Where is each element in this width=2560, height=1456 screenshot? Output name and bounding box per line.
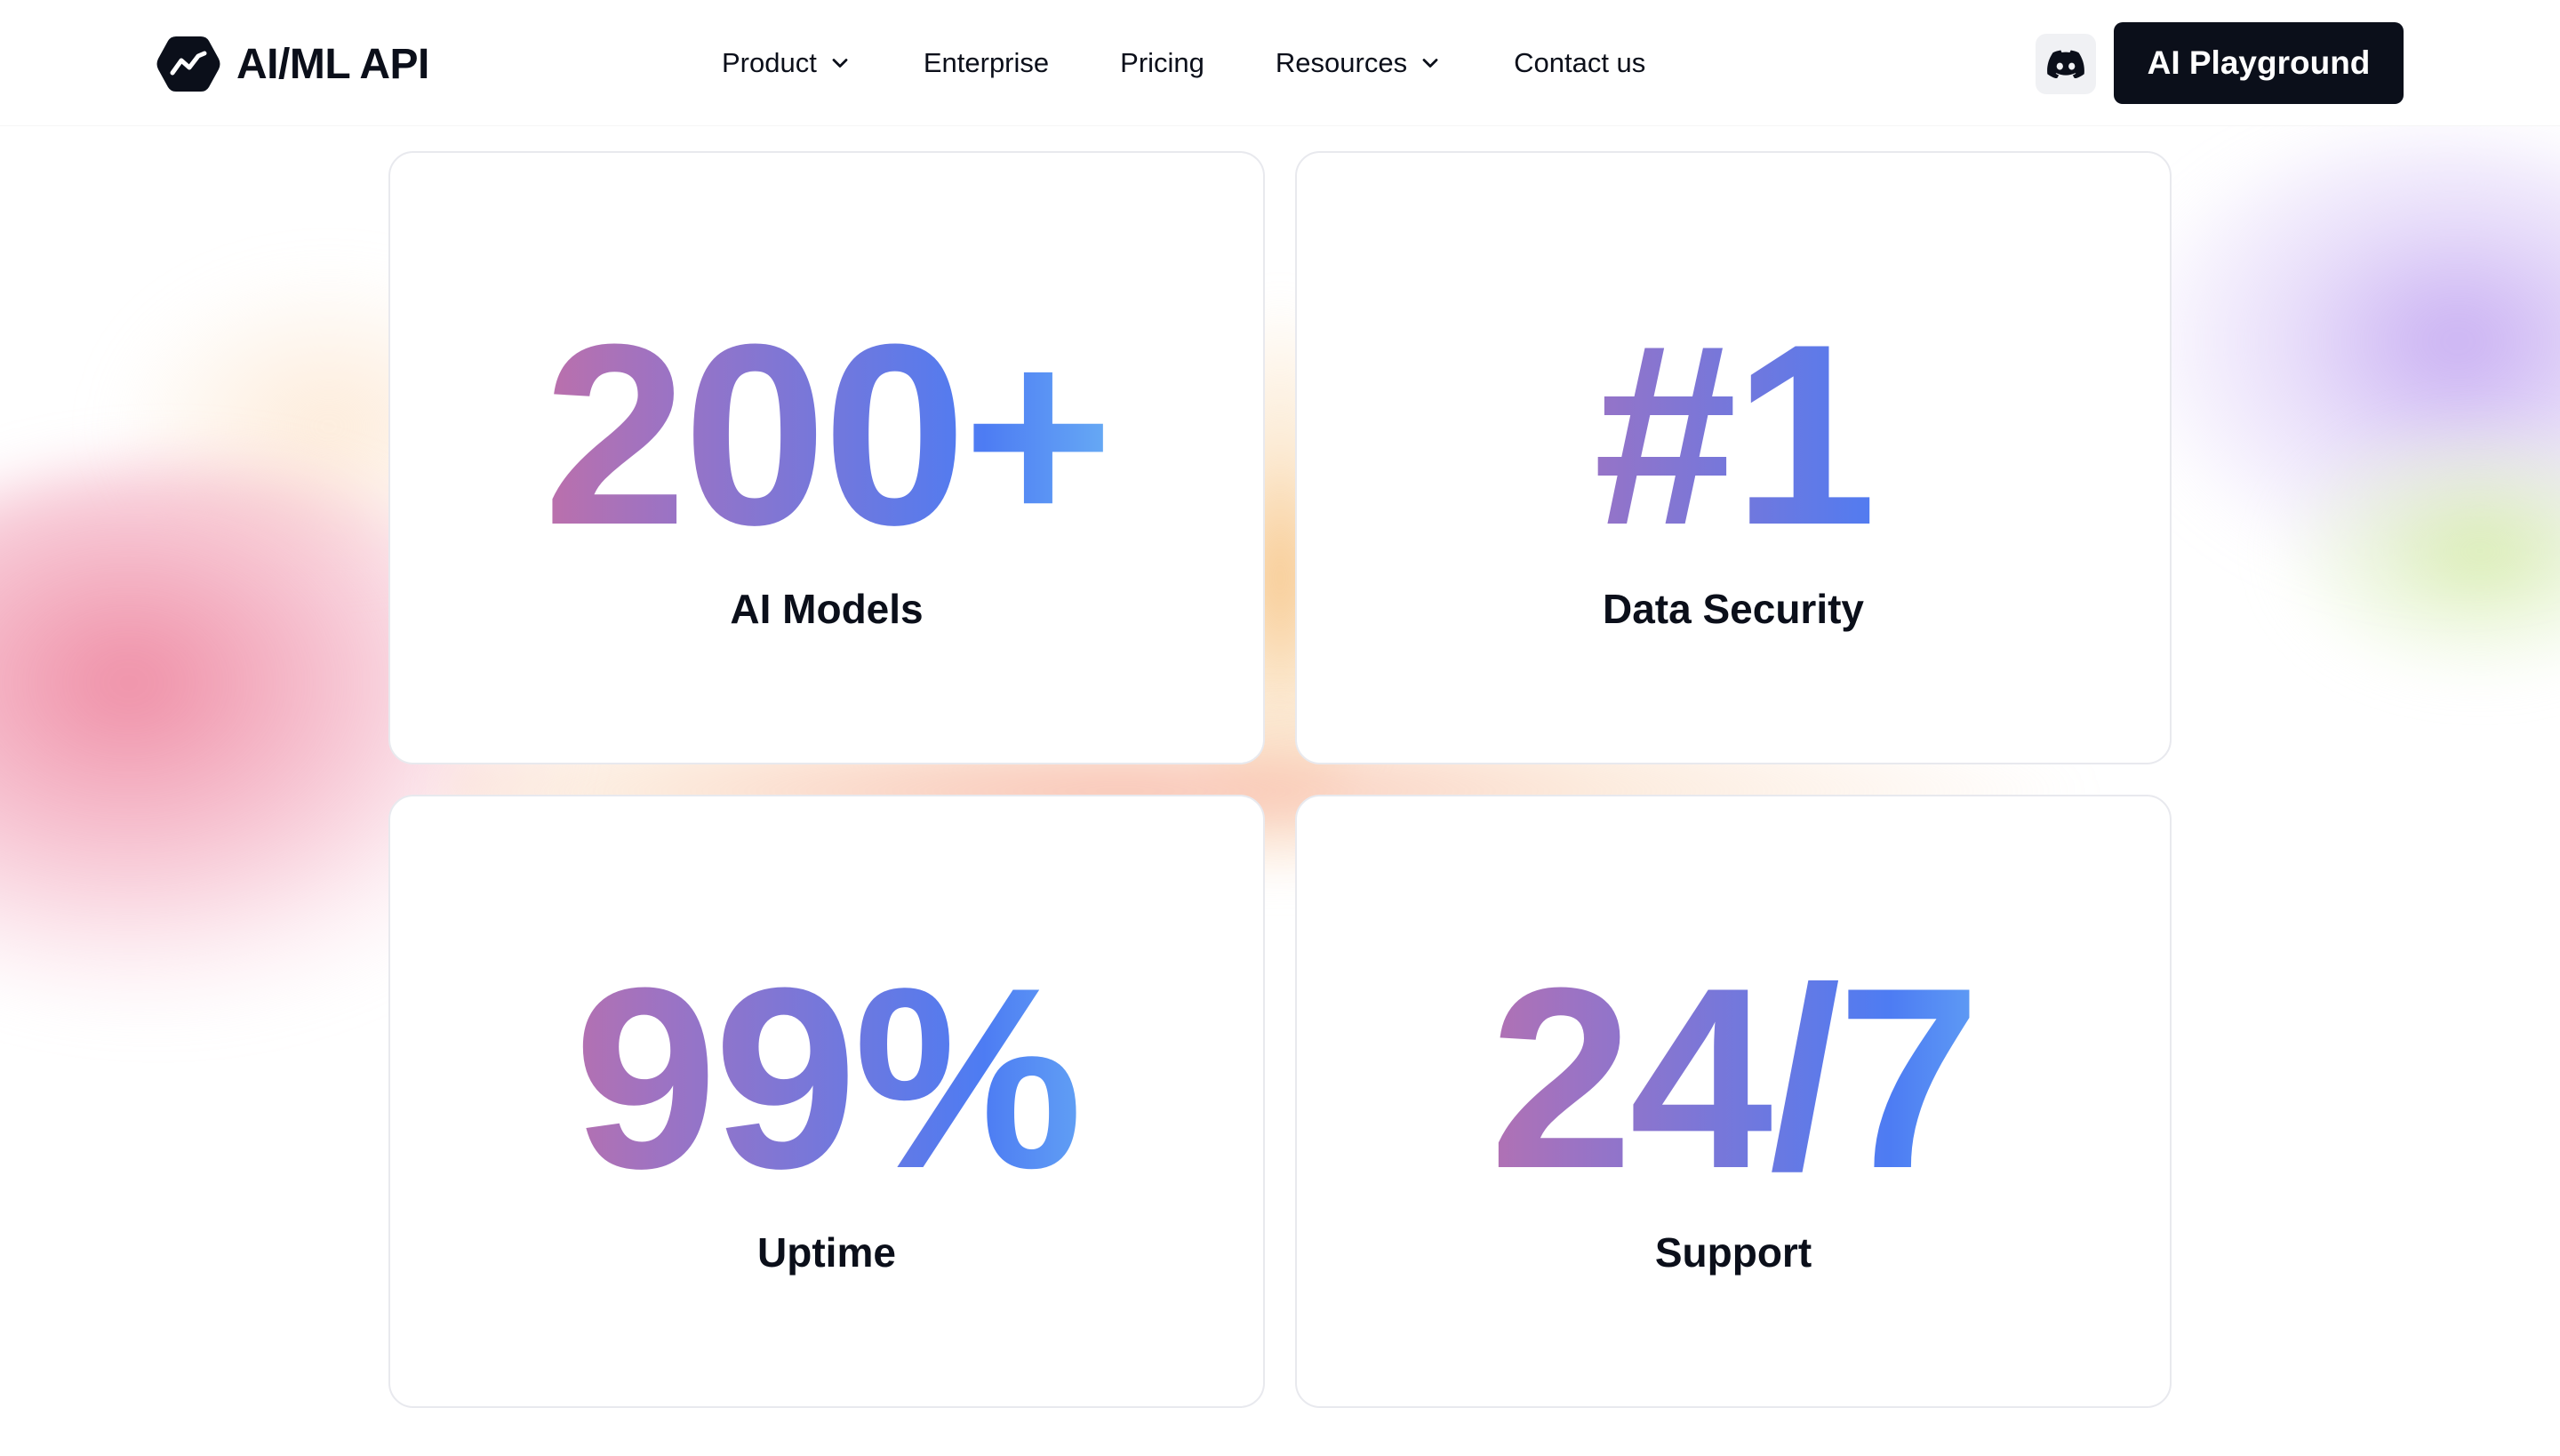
nav-pricing-label: Pricing: [1120, 47, 1204, 78]
stat-value: #1: [1297, 293, 2170, 577]
logo-link[interactable]: AI/ML API: [156, 34, 429, 94]
stat-card: 24/7 Support: [1295, 795, 2172, 1408]
background-glow: [2116, 133, 2560, 596]
chevron-down-icon: [832, 59, 848, 68]
stat-card: 99% Uptime: [388, 795, 1265, 1408]
discord-icon: [2047, 50, 2084, 78]
stat-value: 24/7: [1297, 937, 2170, 1220]
page: AI/ML API Product Enterprise Pricing Res…: [0, 0, 2560, 1456]
nav-pricing[interactable]: Pricing: [1120, 47, 1204, 79]
stat-label: Data Security: [1602, 586, 1864, 632]
main-nav: Product Enterprise Pricing Resources Con…: [722, 41, 1645, 85]
nav-resources-label: Resources: [1275, 47, 1408, 78]
stat-value: 99%: [390, 937, 1263, 1220]
stat-label: Uptime: [757, 1229, 896, 1276]
nav-product-label: Product: [722, 47, 817, 78]
nav-contact-us[interactable]: Contact us: [1514, 47, 1645, 79]
stat-label: AI Models: [730, 586, 924, 632]
logo-mark-icon: [156, 36, 220, 92]
nav-contact-us-label: Contact us: [1514, 47, 1646, 78]
nav-resources[interactable]: Resources: [1276, 47, 1443, 79]
stat-card: #1 Data Security: [1295, 151, 2172, 764]
stat-card: 200+ AI Models: [388, 151, 1265, 764]
discord-button[interactable]: [2036, 34, 2096, 94]
chevron-down-icon: [1422, 59, 1438, 68]
nav-product[interactable]: Product: [722, 47, 852, 79]
background-glow: [2276, 418, 2560, 684]
ai-playground-button[interactable]: AI Playground: [2114, 22, 2404, 104]
stat-value: 200+: [390, 293, 1263, 577]
site-header: AI/ML API Product Enterprise Pricing Res…: [0, 0, 2560, 126]
nav-enterprise-label: Enterprise: [923, 47, 1050, 78]
nav-enterprise[interactable]: Enterprise: [924, 47, 1049, 79]
stat-label: Support: [1654, 1229, 1812, 1276]
logo-text: AI/ML API: [236, 40, 429, 88]
